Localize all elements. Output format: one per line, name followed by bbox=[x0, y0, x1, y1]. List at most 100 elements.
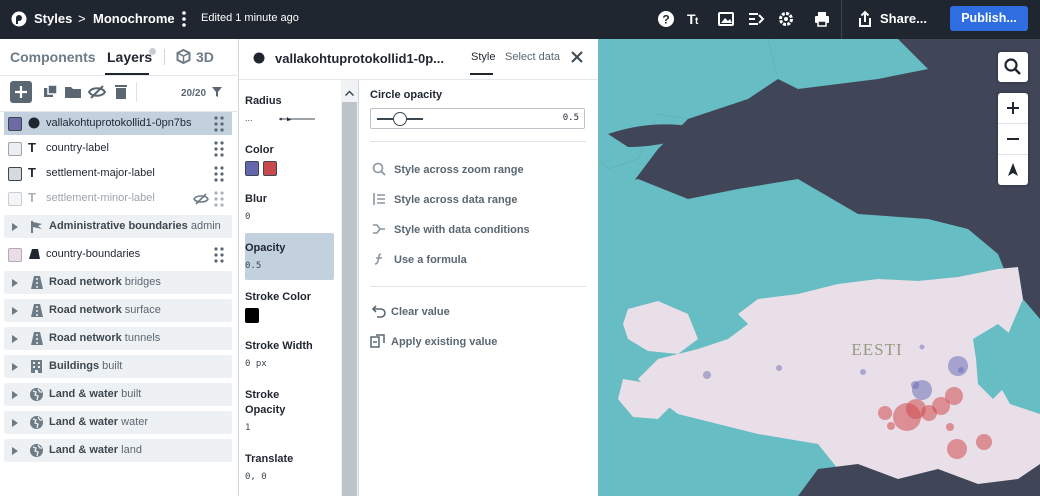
history-icon[interactable] bbox=[747, 10, 765, 28]
eye-off-icon[interactable] bbox=[86, 81, 108, 103]
drag-handle-icon[interactable] bbox=[214, 247, 224, 263]
layer-group[interactable]: Road network tunnels bbox=[4, 327, 232, 350]
trash-icon[interactable] bbox=[110, 81, 132, 103]
drag-handle-icon[interactable] bbox=[214, 116, 224, 132]
apply-existing-value[interactable]: Apply existing value bbox=[391, 336, 497, 348]
layer-row[interactable]: vallakohtuprotokollid1-0pn7bs bbox=[4, 112, 232, 135]
style-name[interactable]: Monochrome bbox=[93, 11, 175, 26]
opacity-slider-field[interactable]: 0.5 bbox=[370, 108, 585, 129]
tab-select-data[interactable]: Select data bbox=[505, 51, 560, 63]
property-color[interactable]: Color bbox=[245, 144, 334, 177]
styles-link[interactable]: Styles bbox=[34, 11, 72, 26]
drag-handle-icon[interactable] bbox=[214, 141, 224, 157]
layer-row[interactable]: T settlement-minor-label bbox=[4, 187, 232, 210]
property-value: 0 px bbox=[245, 359, 267, 369]
group-suffix: tunnels bbox=[124, 332, 161, 344]
caret-right-icon[interactable] bbox=[12, 307, 18, 315]
image-swatch-icon bbox=[8, 142, 22, 156]
more-vertical-icon[interactable] bbox=[181, 10, 187, 28]
eye-off-icon[interactable] bbox=[193, 192, 209, 206]
caret-right-icon[interactable] bbox=[12, 223, 18, 231]
caret-right-icon[interactable] bbox=[12, 391, 18, 399]
layer-group[interactable]: Land & water water bbox=[4, 411, 232, 434]
caret-right-icon[interactable] bbox=[12, 363, 18, 371]
layer-name: vallakohtuprotokollid1-0pn7bs bbox=[46, 117, 192, 129]
detail-divider bbox=[370, 286, 586, 287]
zoom-in-icon[interactable] bbox=[998, 93, 1028, 123]
property-translate[interactable]: Translate 0, 0 bbox=[245, 453, 334, 482]
caret-right-icon[interactable] bbox=[12, 447, 18, 455]
folder-icon[interactable] bbox=[62, 81, 84, 103]
layer-count: 20/20 bbox=[181, 88, 207, 99]
compass-icon[interactable] bbox=[998, 155, 1028, 185]
tab-style[interactable]: Style bbox=[471, 51, 495, 63]
share-icon[interactable] bbox=[856, 10, 874, 28]
property-radius[interactable]: Radius ... bbox=[245, 95, 334, 127]
fill-layer-icon bbox=[29, 249, 40, 259]
caret-right-icon[interactable] bbox=[12, 419, 18, 427]
close-icon[interactable] bbox=[571, 51, 583, 63]
drag-handle-icon[interactable] bbox=[214, 191, 224, 207]
layer-group[interactable]: Administrative boundaries admin bbox=[4, 215, 232, 238]
share-button[interactable]: Share... bbox=[880, 11, 927, 26]
slider-value[interactable]: 0.5 bbox=[563, 113, 579, 123]
group-name: Land & water bbox=[49, 388, 119, 400]
property-stroke-width[interactable]: Stroke Width 0 px bbox=[245, 340, 334, 369]
property-label: Opacity bbox=[245, 242, 286, 254]
caret-right-icon[interactable] bbox=[12, 335, 18, 343]
map-search-button[interactable] bbox=[998, 52, 1028, 82]
images-icon[interactable] bbox=[717, 10, 735, 28]
zoom-out-icon[interactable] bbox=[998, 124, 1028, 154]
property-opacity[interactable]: Opacity 0.5 bbox=[245, 242, 334, 271]
add-layer-button[interactable] bbox=[10, 81, 32, 103]
layer-group[interactable]: Buildings built bbox=[4, 355, 232, 378]
slider-thumb[interactable] bbox=[393, 112, 407, 126]
clear-value[interactable]: Clear value bbox=[391, 306, 450, 318]
layer-row[interactable]: country-boundaries bbox=[4, 243, 232, 266]
style-with-data-conditions[interactable]: Style with data conditions bbox=[394, 224, 530, 236]
filter-icon[interactable] bbox=[211, 86, 223, 98]
property-stroke-color[interactable]: Stroke Color bbox=[245, 291, 334, 324]
property-stroke-opacity[interactable]: Stroke Opacity 1 bbox=[245, 389, 334, 433]
group-name: Land & water bbox=[49, 416, 119, 428]
studio-logo-icon[interactable] bbox=[11, 11, 27, 27]
publish-button[interactable]: Publish... bbox=[950, 6, 1028, 31]
tab-3d[interactable]: 3D bbox=[196, 49, 214, 65]
road-icon bbox=[31, 332, 43, 345]
print-icon[interactable] bbox=[813, 10, 831, 28]
caret-right-icon[interactable] bbox=[12, 279, 18, 287]
scrollbar-thumb[interactable] bbox=[342, 102, 357, 496]
layer-title[interactable]: vallakohtuprotokollid1-0p... bbox=[275, 51, 444, 66]
data-point bbox=[958, 367, 964, 373]
property-scrollbar[interactable] bbox=[341, 80, 358, 496]
property-blur[interactable]: Blur 0 bbox=[245, 193, 334, 222]
duplicate-icon[interactable] bbox=[40, 81, 62, 103]
data-point bbox=[860, 369, 866, 375]
color-swatch-2 bbox=[263, 161, 277, 176]
zoom-range-icon bbox=[372, 162, 386, 176]
style-across-zoom-range[interactable]: Style across zoom range bbox=[394, 164, 524, 176]
tab-layers[interactable]: Layers bbox=[107, 49, 152, 65]
scroll-up-icon[interactable] bbox=[345, 90, 354, 96]
layer-color-swatch bbox=[8, 248, 22, 262]
settings-icon[interactable] bbox=[777, 10, 795, 28]
text-layer-icon: T bbox=[28, 140, 36, 155]
drag-handle-icon[interactable] bbox=[214, 166, 224, 182]
layer-group[interactable]: Road network bridges bbox=[4, 271, 232, 294]
layer-group[interactable]: Road network surface bbox=[4, 299, 232, 322]
map-canvas[interactable]: EESTI bbox=[598, 39, 1040, 496]
style-across-data-range[interactable]: Style across data range bbox=[394, 194, 518, 206]
tab-components[interactable]: Components bbox=[10, 49, 96, 65]
tab-divider bbox=[164, 49, 165, 65]
typography-icon[interactable]: Tt bbox=[686, 10, 704, 28]
image-swatch-icon bbox=[8, 192, 22, 206]
help-icon[interactable]: ? bbox=[657, 10, 675, 28]
detail-divider bbox=[370, 141, 586, 142]
layer-group[interactable]: Land & water built bbox=[4, 383, 232, 406]
top-bar: Styles > Monochrome Edited 1 minute ago … bbox=[0, 0, 1040, 39]
use-a-formula[interactable]: Use a formula bbox=[394, 254, 467, 266]
data-point bbox=[911, 381, 919, 389]
layer-row[interactable]: T country-label bbox=[4, 137, 232, 160]
layer-group[interactable]: Land & water land bbox=[4, 439, 232, 462]
layer-row[interactable]: T settlement-major-label bbox=[4, 162, 232, 185]
